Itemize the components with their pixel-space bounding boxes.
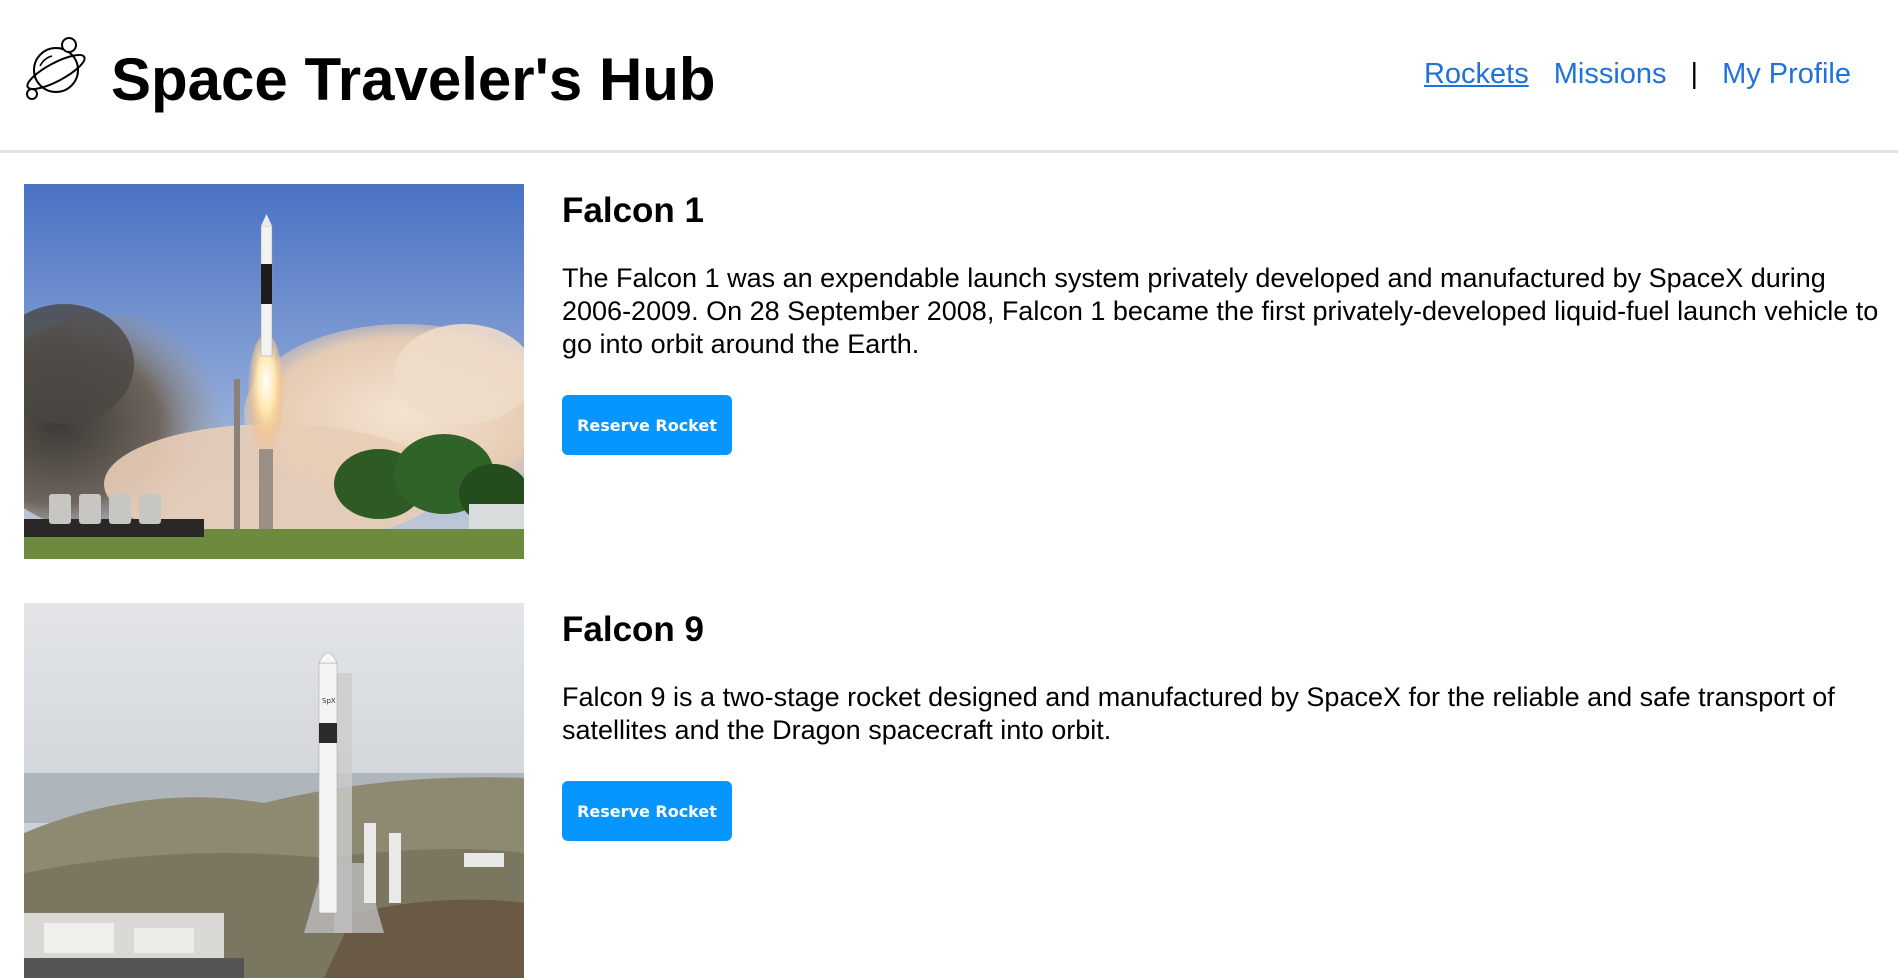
svg-text:SpX: SpX [322, 697, 336, 705]
reserve-rocket-button[interactable]: Reserve Rocket [562, 395, 732, 455]
rocket-image: SpX [24, 603, 524, 978]
site-title: Space Traveler's Hub [111, 46, 716, 113]
nav-link-rockets[interactable]: Rockets [1424, 56, 1529, 92]
rocket-name: Falcon 9 [562, 610, 704, 649]
reserve-rocket-button[interactable]: Reserve Rocket [562, 781, 732, 841]
nav-link-my-profile[interactable]: My Profile [1722, 56, 1851, 92]
nav-separator: | [1690, 58, 1699, 90]
planet-logo-icon [26, 37, 86, 100]
main-nav: Rockets Missions | My Profile [1424, 56, 1851, 92]
rocket-description: Falcon 9 is a two-stage rocket designed … [562, 682, 1835, 745]
rocket-image [24, 184, 524, 559]
rocket-name: Falcon 1 [562, 191, 704, 230]
nav-link-missions[interactable]: Missions [1554, 56, 1667, 92]
rocket-description: The Falcon 1 was an expendable launch sy… [562, 263, 1879, 359]
site-header: Space Traveler's Hub Rockets Missions | … [0, 0, 1898, 153]
